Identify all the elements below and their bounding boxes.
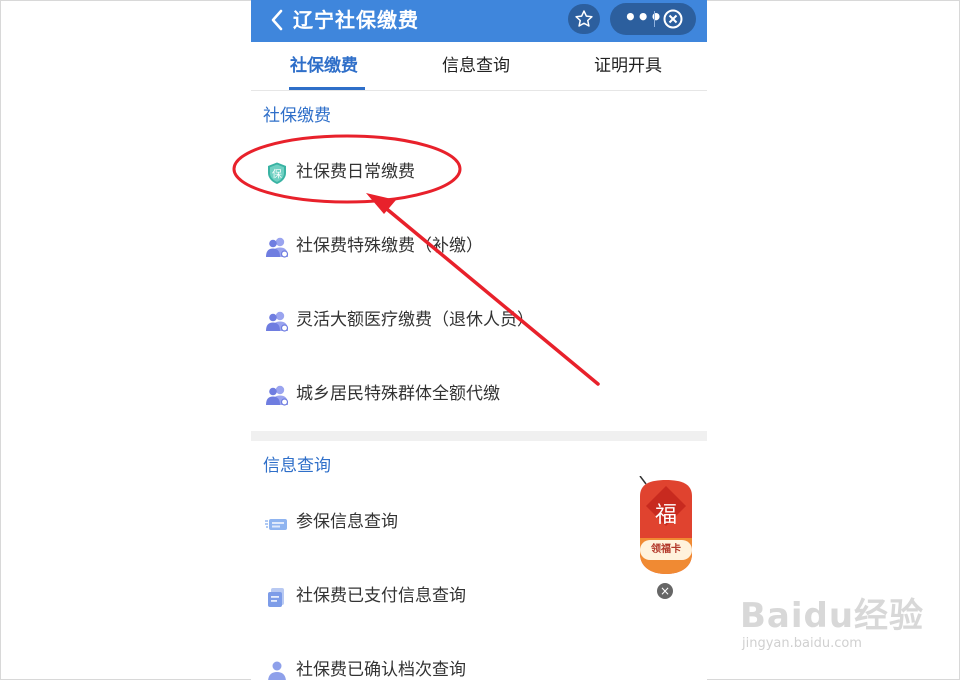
list-item-label: 灵活大额医疗缴费（退休人员） xyxy=(296,310,534,330)
promo-badge: 领福卡 xyxy=(640,540,692,560)
list-item-resident-group[interactable]: 城乡居民特殊群体全额代缴 xyxy=(251,357,707,431)
section-title: 信息查询 xyxy=(263,456,331,476)
watermark-brand: Baidu经验 xyxy=(740,596,925,636)
promo-glyph: 福 xyxy=(654,503,677,528)
list-item-label: 社保费已支付信息查询 xyxy=(296,586,466,606)
tab-social-payment[interactable]: 社保缴费 xyxy=(290,54,358,78)
people-icon xyxy=(265,235,289,259)
list-item-label: 城乡居民特殊群体全额代缴 xyxy=(296,384,500,404)
shield-bao-icon: 保 xyxy=(265,161,289,185)
active-tab-indicator xyxy=(289,87,365,90)
more-button[interactable]: ••• xyxy=(624,3,662,31)
list-item-daily-payment[interactable]: 保 社保费日常缴费 xyxy=(251,135,707,210)
favorite-button[interactable] xyxy=(568,4,600,34)
watermark: Baidu经验 jingyan.baidu.com xyxy=(740,588,940,658)
phone-screen: 辽宁社保缴费 ••• 社保缴费 信息查询 证明开具 社保缴费 保 社保费日常缴费… xyxy=(251,0,707,680)
list-item-confirmed-tier[interactable]: 社保费已确认档次查询 xyxy=(251,633,707,680)
list-item-label: 参保信息查询 xyxy=(296,512,398,532)
capsule-menu: ••• xyxy=(610,3,696,35)
people-icon xyxy=(265,309,289,333)
tab-certificate[interactable]: 证明开具 xyxy=(594,54,662,78)
document-icon xyxy=(265,585,289,609)
svg-text:保: 保 xyxy=(272,168,282,181)
people-icon xyxy=(265,383,289,407)
close-button[interactable] xyxy=(662,8,684,34)
watermark-url: jingyan.baidu.com xyxy=(742,636,862,651)
title-bar: 辽宁社保缴费 ••• xyxy=(251,0,707,42)
person-icon xyxy=(265,659,289,680)
section-header: 社保缴费 xyxy=(251,91,707,136)
tab-info-query[interactable]: 信息查询 xyxy=(442,54,510,78)
list-item-label: 社保费日常缴费 xyxy=(296,162,415,182)
chevron-left-icon xyxy=(271,9,283,31)
capsule-divider xyxy=(654,11,655,27)
list-item-special-payment[interactable]: 社保费特殊缴费（补缴） xyxy=(251,209,707,284)
list-item-flexible-medical[interactable]: 灵活大额医疗缴费（退休人员） xyxy=(251,283,707,358)
list-item-label: 社保费已确认档次查询 xyxy=(296,660,466,680)
page-title: 辽宁社保缴费 xyxy=(293,8,419,32)
section-title: 社保缴费 xyxy=(263,106,331,126)
star-icon xyxy=(575,10,593,27)
section-divider xyxy=(251,431,707,441)
card-icon xyxy=(265,511,289,535)
tab-bar: 社保缴费 信息查询 证明开具 xyxy=(251,42,707,91)
promo-close-button[interactable]: × xyxy=(657,583,673,599)
close-circle-icon xyxy=(663,9,683,29)
back-button[interactable] xyxy=(269,8,291,32)
list-item-label: 社保费特殊缴费（补缴） xyxy=(296,236,483,256)
